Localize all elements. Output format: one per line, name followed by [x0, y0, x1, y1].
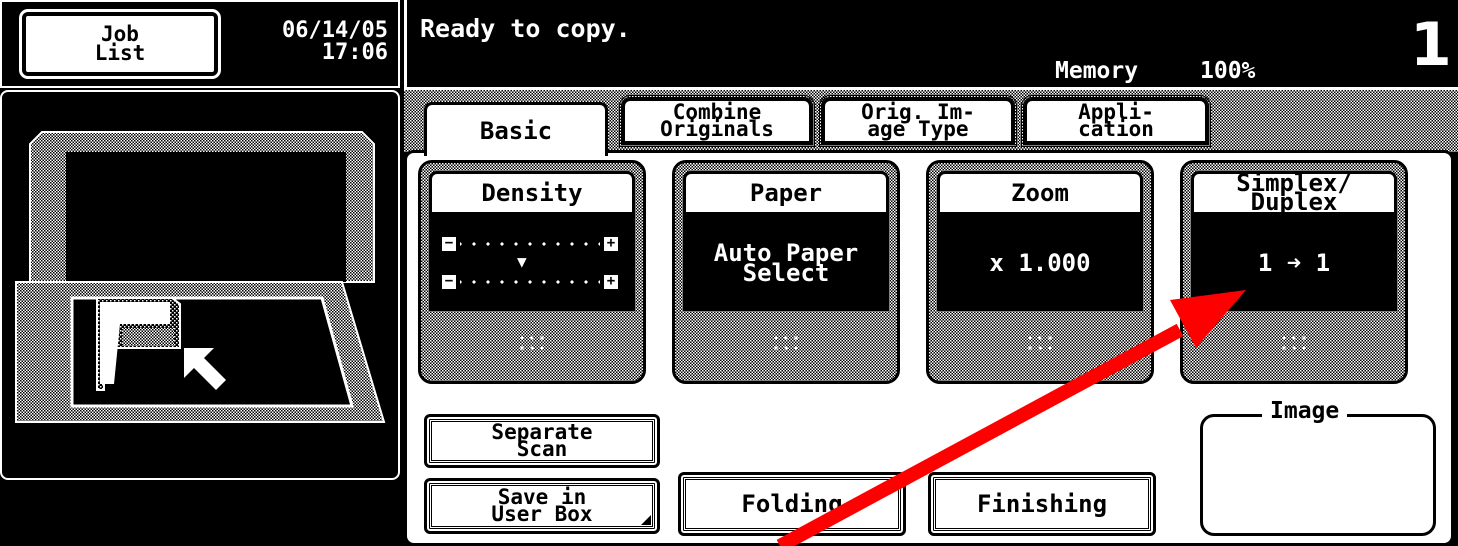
simplex-duplex-title: Simplex/ Duplex: [1191, 171, 1397, 215]
folding-label: Folding: [735, 492, 849, 516]
status-message: Ready to copy.: [420, 14, 631, 43]
image-panel: [1200, 414, 1436, 536]
folding-button[interactable]: Folding: [678, 472, 906, 536]
finishing-label: Finishing: [970, 492, 1114, 516]
zoom-card[interactable]: Zoom x 1.000: [926, 160, 1154, 384]
image-panel-label: Image: [1262, 398, 1348, 424]
memory-value: 100%: [1200, 58, 1256, 84]
grip-dots-icon: [1279, 333, 1309, 353]
minus-icon: −: [442, 274, 456, 289]
time-text: 17:06: [321, 40, 388, 65]
paper-card[interactable]: Paper Auto Paper Select: [672, 160, 900, 384]
grip-dots-icon: [771, 333, 801, 353]
plus-icon: +: [604, 274, 618, 289]
save-in-user-box-button[interactable]: Save in User Box: [424, 478, 660, 534]
date-time-display: 06/14/05 17:06: [238, 20, 388, 64]
density-title: Density: [429, 171, 635, 215]
paper-title: Paper: [683, 171, 889, 215]
minus-icon: −: [442, 236, 456, 251]
zoom-value: x 1.000: [937, 215, 1143, 311]
density-scale-bottom-row: − +: [442, 272, 618, 292]
paper-value: Auto Paper Select: [683, 215, 889, 311]
scanner-preview-panel: [0, 90, 400, 480]
grip-dots-icon: [1025, 333, 1055, 353]
zoom-title: Zoom: [937, 171, 1143, 215]
plus-icon: +: [604, 236, 618, 251]
density-ticks: [460, 237, 600, 251]
copy-count: 1: [1410, 10, 1452, 80]
simplex-duplex-card[interactable]: Simplex/ Duplex 1 ➜ 1: [1180, 160, 1408, 384]
corner-triangle-icon: [641, 515, 651, 525]
tab-combine-originals[interactable]: Combine Originals: [619, 95, 815, 147]
simplex-duplex-value: 1 ➜ 1: [1191, 215, 1397, 311]
density-card[interactable]: Density − + − + ▼: [418, 160, 646, 384]
density-scale-top-row: − +: [442, 234, 618, 254]
density-ticks: [460, 275, 600, 289]
density-level-marker-icon: ▼: [517, 252, 527, 271]
date-text: 06/14/05: [282, 18, 388, 43]
tab-application[interactable]: Appli- cation: [1021, 95, 1211, 147]
memory-label: Memory: [1055, 58, 1139, 84]
job-list-button[interactable]: Job List: [19, 9, 221, 79]
tab-original-image-type[interactable]: Orig. Im- age Type: [819, 95, 1017, 147]
grip-dots-icon: [517, 333, 547, 353]
scanner-illustration: [15, 131, 386, 423]
finishing-button[interactable]: Finishing: [928, 472, 1156, 536]
left-bottom-area: [0, 482, 400, 546]
density-scale: − + − + ▼: [429, 215, 635, 311]
separate-scan-button[interactable]: Separate Scan: [424, 414, 660, 468]
save-in-user-box-label: Save in User Box: [491, 485, 593, 526]
tab-basic[interactable]: Basic: [424, 102, 608, 156]
